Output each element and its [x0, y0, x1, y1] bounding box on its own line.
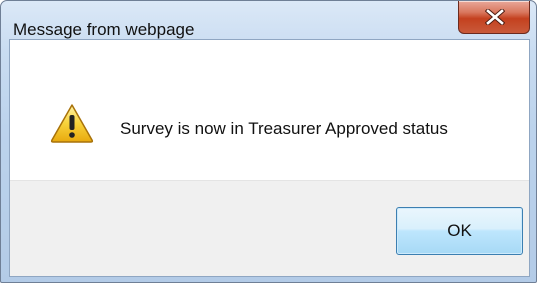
title-bar[interactable]: Message from webpage	[1, 1, 536, 39]
message-area: Survey is now in Treasurer Approved stat…	[10, 40, 529, 180]
ok-button[interactable]: OK	[396, 207, 523, 255]
warning-icon	[50, 104, 94, 143]
dialog-window: Message from webpage Survey is now in Tr…	[0, 0, 537, 283]
button-bar: OK	[10, 180, 529, 276]
close-icon	[485, 9, 505, 25]
dialog-body: Survey is now in Treasurer Approved stat…	[9, 39, 530, 277]
dialog-title: Message from webpage	[13, 20, 195, 39]
message-text: Survey is now in Treasurer Approved stat…	[120, 119, 448, 138]
close-button[interactable]	[458, 1, 530, 34]
